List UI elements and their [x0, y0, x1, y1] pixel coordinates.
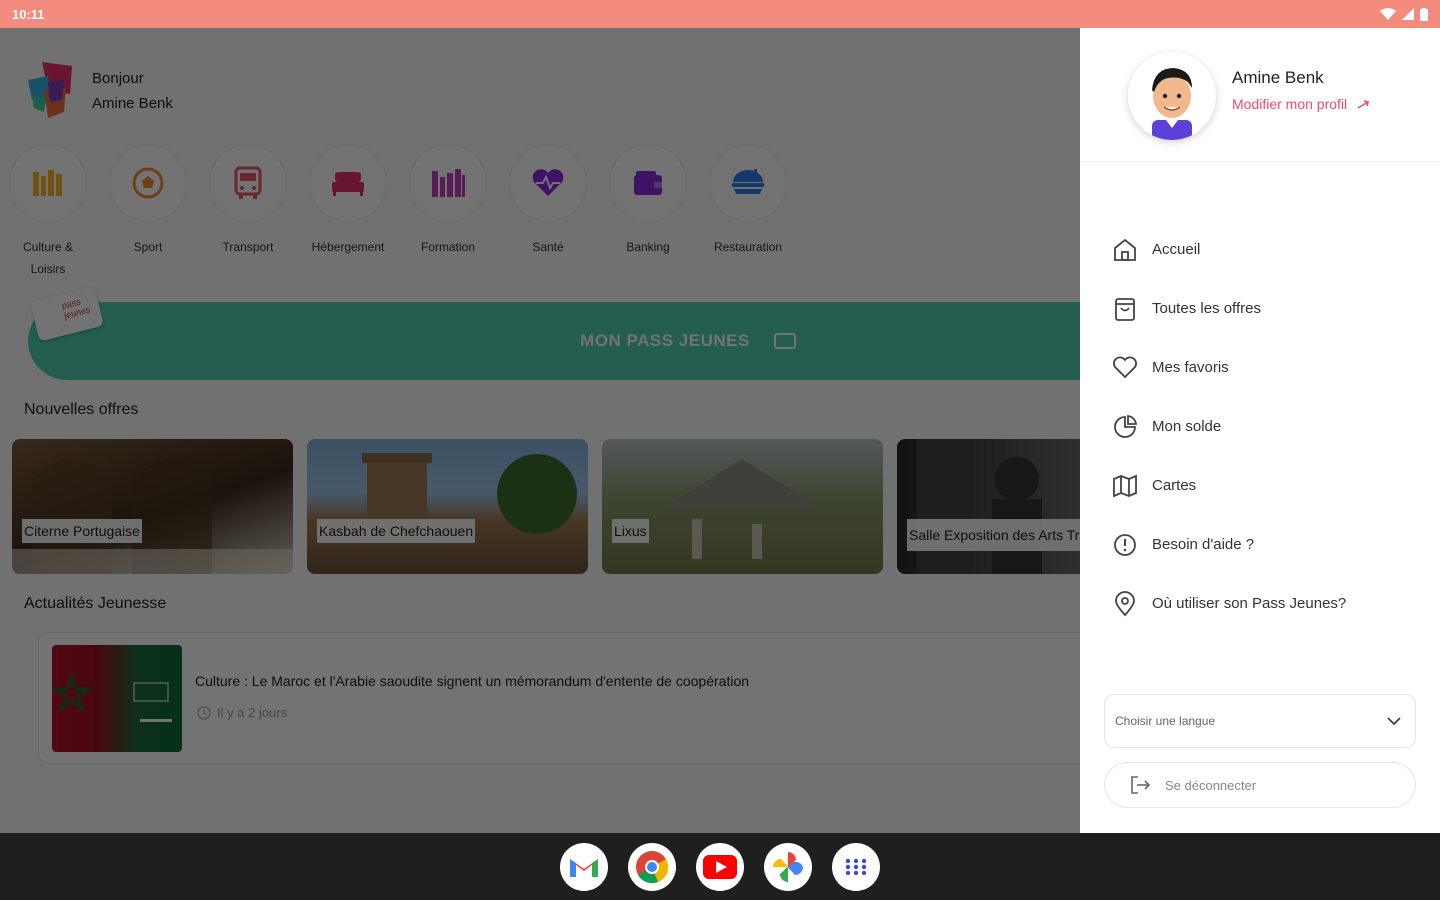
menu-item-label: Mes favoris [1152, 359, 1229, 376]
library-icon [432, 169, 465, 197]
news-time-text: Il y a 2 jours [217, 705, 288, 720]
logout-button[interactable]: Se déconnecter [1104, 762, 1416, 808]
menu-item-label: Accueil [1152, 241, 1201, 258]
category-hebergement[interactable]: Hébergement [308, 144, 388, 280]
chevron-down-icon [1387, 716, 1401, 725]
category-label: Santé [532, 240, 564, 254]
status-icons [1380, 7, 1428, 21]
bed-icon [332, 172, 364, 196]
offer-card[interactable]: Citerne Portugaise [12, 439, 293, 574]
news-title: Culture : Le Maroc et l'Arabie saoudite … [195, 673, 750, 689]
home-screen: Bonjour Amine Benk Culture & Loisirs Spo… [0, 28, 1080, 833]
news-thumbnail [52, 645, 182, 752]
menu-item-accueil[interactable]: Accueil [1112, 220, 1346, 279]
menu-item-label: Où utiliser son Pass Jeunes? [1152, 595, 1347, 612]
greeting-header: Bonjour Amine Benk [22, 60, 173, 122]
offer-card[interactable]: Salle Exposition des Arts Traditionnels [897, 439, 1080, 574]
bus-icon [234, 166, 262, 199]
menu-item-aide[interactable]: Besoin d'aide ? [1112, 515, 1346, 574]
greeting-text: Bonjour [92, 70, 144, 87]
category-culture[interactable]: Culture & Loisirs [8, 144, 88, 280]
category-label: Hébergement [311, 240, 385, 254]
category-list: Culture & Loisirs Sport Transport Héberg… [8, 144, 788, 280]
pass-card-logo: pass jeunes [30, 286, 104, 342]
menu-item-solde[interactable]: Mon solde [1112, 397, 1346, 456]
shopping-bag-icon [1115, 297, 1135, 321]
heart-pulse-icon [532, 169, 564, 196]
wifi-icon [1380, 8, 1396, 20]
news-time: Il y a 2 jours [197, 705, 287, 720]
menu-item-label: Besoin d'aide ? [1152, 536, 1255, 553]
menu-item-label: Cartes [1152, 477, 1197, 494]
photos-icon[interactable] [764, 842, 812, 891]
status-time: 10:11 [12, 6, 45, 22]
arrow-right-icon [1357, 100, 1370, 109]
drawer-menu: Accueil Toutes les offres Mes favoris Mo… [1112, 220, 1346, 633]
chrome-icon[interactable] [628, 842, 676, 891]
heart-icon [1113, 356, 1137, 378]
category-banking[interactable]: Banking [608, 144, 688, 280]
language-placeholder: Choisir une langue [1115, 714, 1216, 728]
food-icon [732, 169, 764, 194]
pass-jeunes-logo [22, 60, 80, 122]
wallet-icon [634, 171, 662, 195]
edit-profile-link[interactable]: Modifier mon profil [1232, 96, 1371, 112]
offer-label: Citerne Portugaise [22, 519, 142, 543]
category-formation[interactable]: Formation [408, 144, 488, 280]
category-sport[interactable]: Sport [108, 144, 188, 280]
logout-label: Se déconnecter [1165, 777, 1257, 793]
menu-item-label: Toutes les offres [1152, 300, 1261, 317]
user-name: Amine Benk [92, 95, 173, 112]
menu-item-offres[interactable]: Toutes les offres [1112, 279, 1346, 338]
signal-icon [1402, 8, 1414, 20]
pie-chart-icon [1114, 414, 1138, 438]
category-restauration[interactable]: Restauration [708, 144, 788, 280]
alert-circle-icon [1114, 533, 1136, 556]
offer-card[interactable]: Lixus [602, 439, 883, 574]
clock-icon [197, 705, 211, 720]
apps-grid-icon[interactable] [832, 842, 880, 891]
offer-label: Salle Exposition des Arts Traditionnels [907, 519, 1080, 551]
battery-icon [1420, 7, 1428, 21]
pass-banner-label: MON PASS JEUNES [580, 331, 750, 350]
offers-carousel: Citerne Portugaise Kasbah de Chefchaouen… [12, 439, 1080, 574]
language-select[interactable]: Choisir une langue [1104, 694, 1416, 748]
youtube-icon[interactable] [696, 842, 744, 891]
logout-icon [1131, 776, 1151, 794]
menu-item-favoris[interactable]: Mes favoris [1112, 338, 1346, 397]
category-label: Banking [626, 240, 670, 254]
home-icon [1114, 238, 1136, 261]
category-label: Culture & Loisirs [22, 240, 74, 276]
category-label: Restauration [713, 240, 783, 254]
pass-card-text: pass jeunes [60, 296, 92, 321]
avatar[interactable] [1128, 52, 1216, 140]
offer-label: Kasbah de Chefchaouen [317, 519, 476, 543]
category-transport[interactable]: Transport [208, 144, 288, 280]
pass-jeunes-banner[interactable]: pass jeunes MON PASS JEUNES [28, 286, 1080, 380]
card-icon [773, 333, 796, 349]
location-pin-icon [1115, 590, 1135, 616]
category-sante[interactable]: Santé [508, 144, 588, 280]
navigation-drawer: Amine Benk Modifier mon profil Accueil T… [1080, 28, 1440, 833]
drawer-profile-header: Amine Benk Modifier mon profil [1080, 28, 1440, 162]
edit-profile-label: Modifier mon profil [1232, 96, 1348, 112]
news-section-title: Actualités Jeunesse [24, 595, 167, 612]
gmail-icon[interactable] [560, 842, 608, 891]
menu-item-cartes[interactable]: Cartes [1112, 456, 1346, 515]
books-icon [33, 170, 62, 196]
category-label: Transport [222, 240, 274, 254]
drawer-user-name: Amine Benk [1232, 68, 1324, 87]
menu-item-ou-utiliser[interactable]: Où utiliser son Pass Jeunes? [1112, 574, 1346, 633]
new-offers-title: Nouvelles offres [24, 401, 139, 418]
soccer-ball-icon [132, 167, 164, 199]
status-bar: 10:11 [0, 0, 1440, 28]
offer-label: Lixus [612, 519, 649, 543]
category-label: Formation [420, 240, 476, 254]
map-icon [1113, 474, 1137, 497]
news-card[interactable]: Culture : Le Maroc et l'Arabie saoudite … [38, 632, 1080, 764]
offer-card[interactable]: Kasbah de Chefchaouen [307, 439, 588, 574]
menu-item-label: Mon solde [1152, 418, 1222, 435]
category-label: Sport [133, 240, 163, 254]
taskbar [0, 833, 1440, 900]
